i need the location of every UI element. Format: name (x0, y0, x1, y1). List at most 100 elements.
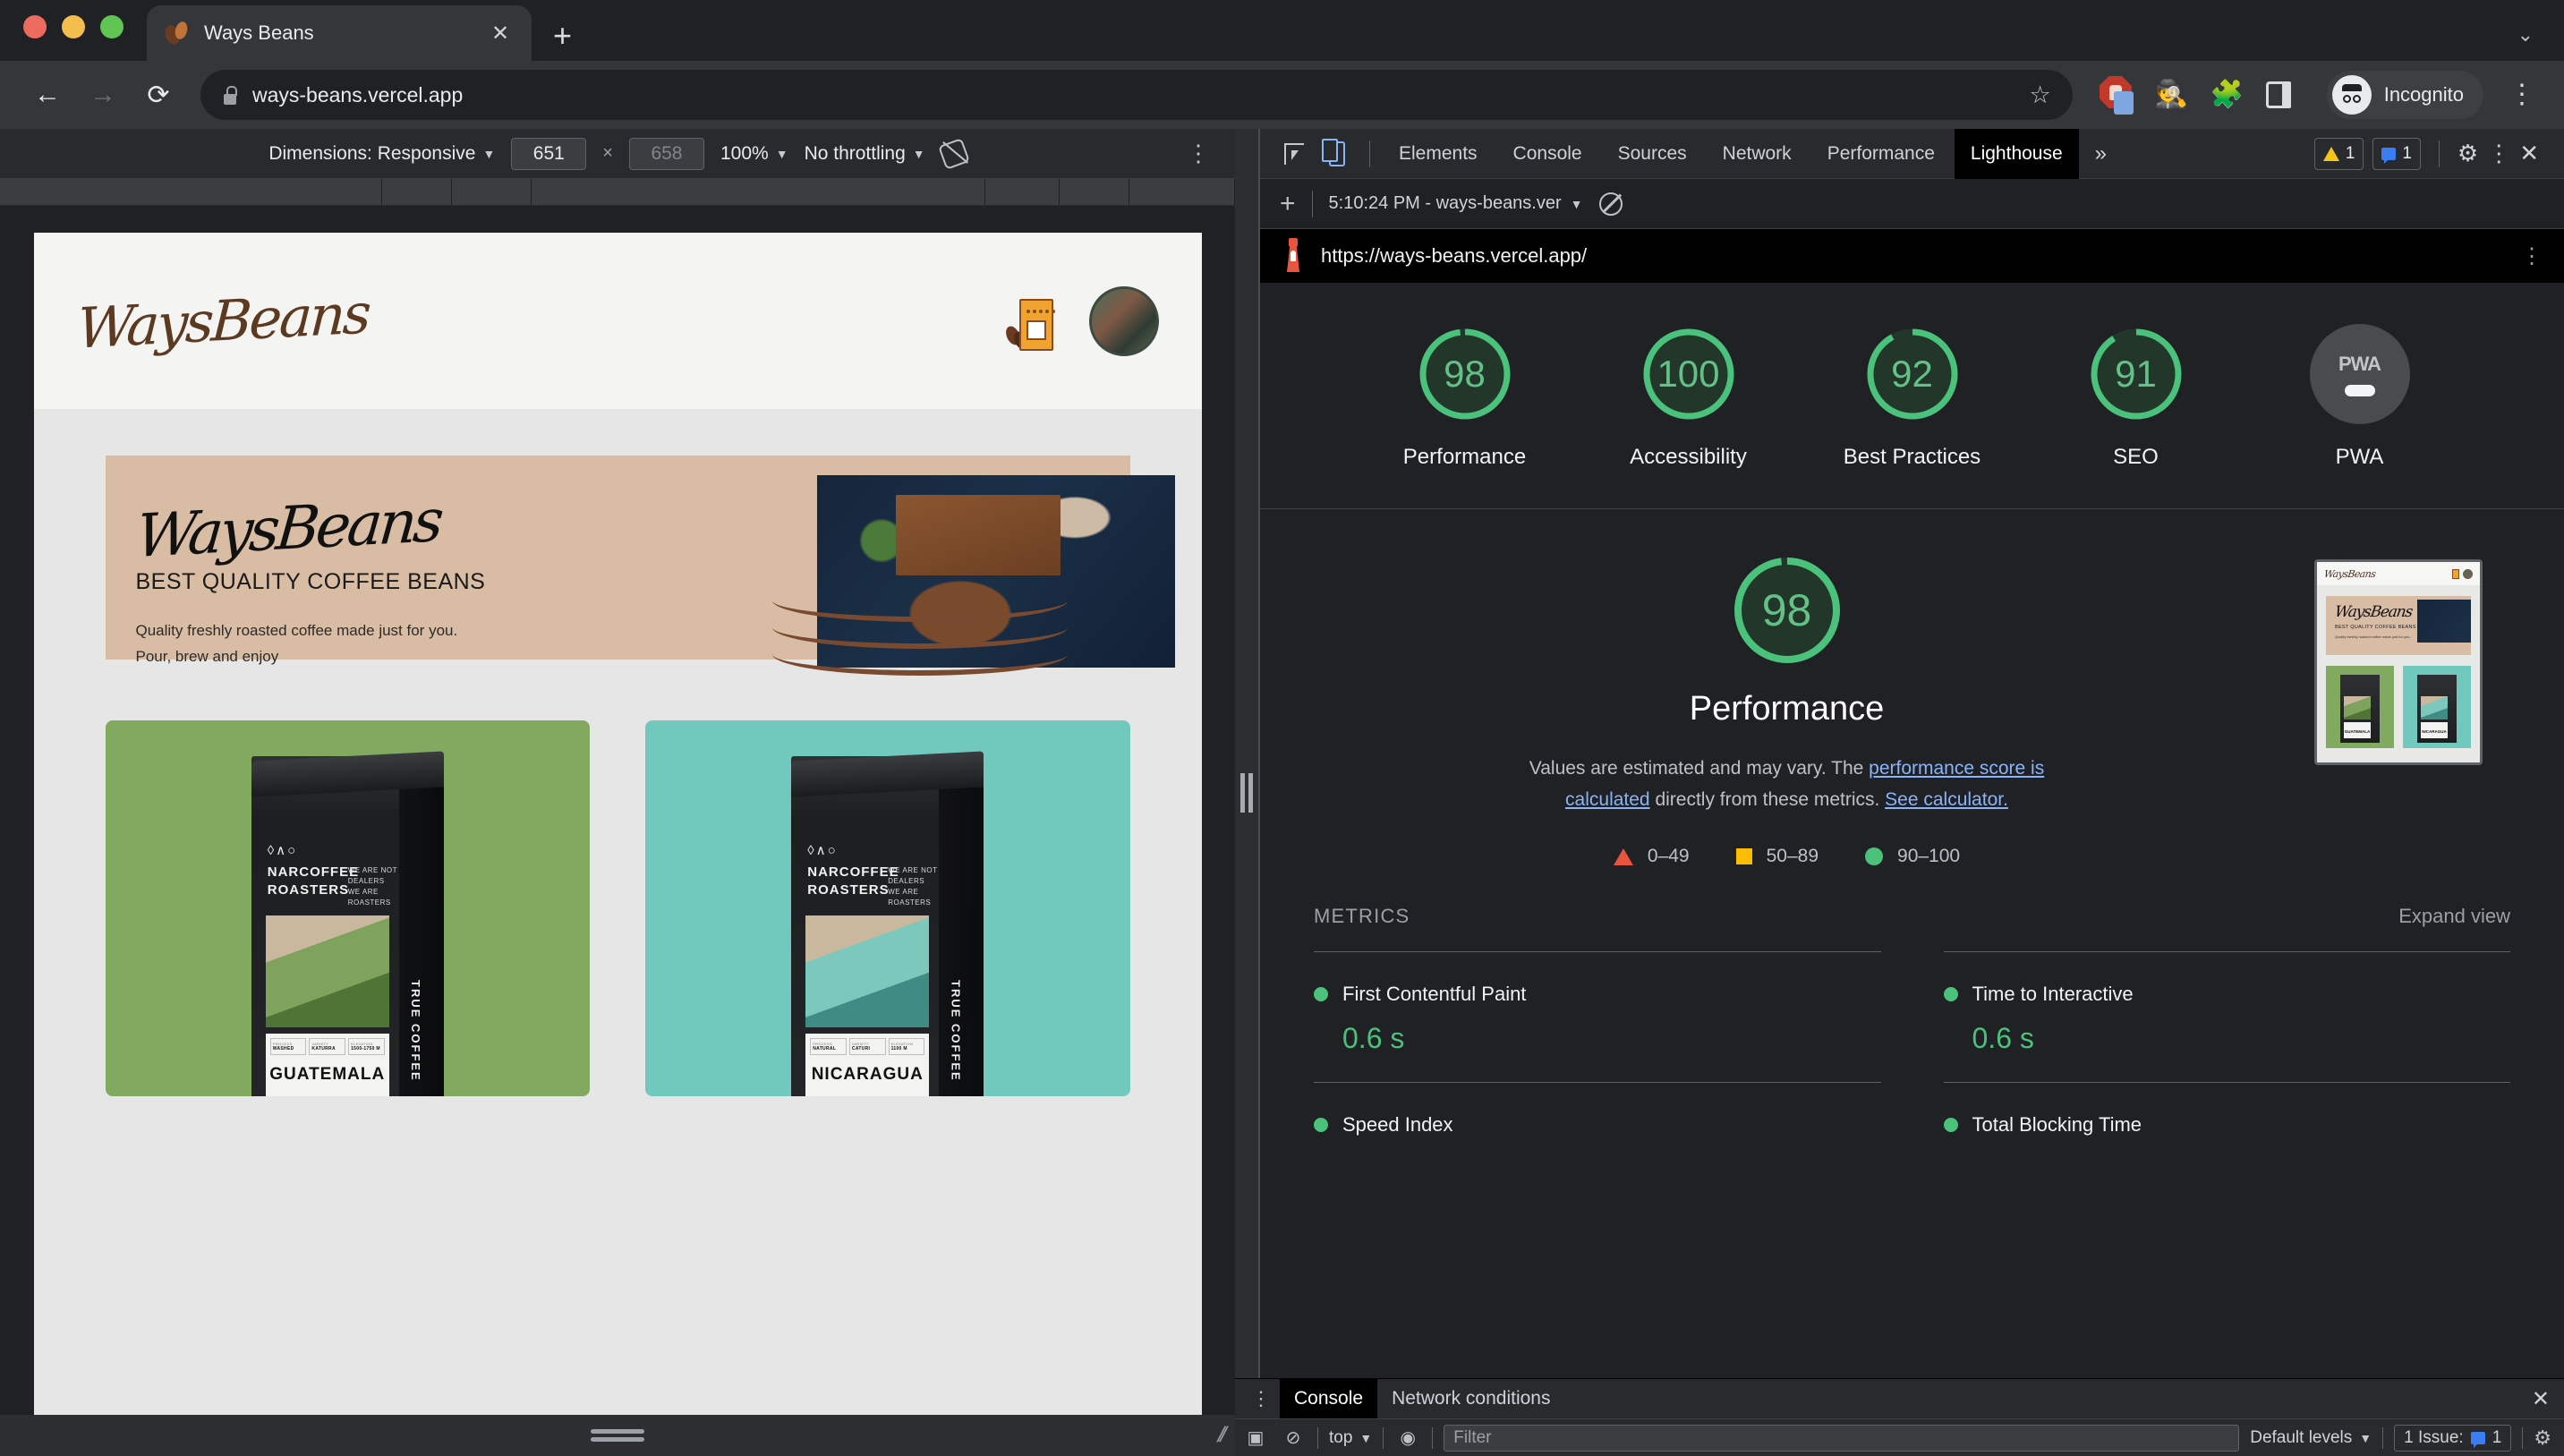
legend-item-pass: 90–100 (1865, 846, 1960, 867)
tab-sources[interactable]: Sources (1602, 129, 1703, 179)
console-settings-icon[interactable]: ⚙ (2534, 1426, 2557, 1450)
see-calculator-link[interactable]: See calculator. (1885, 789, 2008, 810)
close-window-button[interactable] (23, 15, 47, 38)
pwa-badge: PWA (2309, 324, 2410, 424)
reload-button[interactable]: ⟳ (132, 69, 184, 121)
tab-performance[interactable]: Performance (1811, 129, 1951, 179)
score-best-practices[interactable]: 92 Best Practices (1827, 324, 1998, 471)
browser-tab[interactable]: Ways Beans ✕ (147, 5, 532, 61)
spec-value: KATURRA (311, 1046, 336, 1052)
score-seo[interactable]: 91 SEO (2051, 324, 2221, 471)
device-toolbar-menu[interactable]: ⋮ (1187, 140, 1210, 167)
back-button[interactable]: ← (21, 69, 73, 121)
viewport-resize-handle[interactable] (591, 1426, 644, 1445)
device-emulation-pane: Dimensions: Responsive ▼ 651 × 658 100% … (0, 129, 1235, 1456)
report-menu-icon[interactable]: ⋮ (2521, 243, 2543, 269)
expand-view-button[interactable]: Expand view (2398, 905, 2510, 928)
site-logo[interactable]: WaysBeans (75, 280, 371, 361)
divider (2522, 1426, 2524, 1449)
device-toolbar: Dimensions: Responsive ▼ 651 × 658 100% … (0, 129, 1235, 179)
lighthouse-logo-icon (1282, 238, 1305, 274)
viewport-width-input[interactable]: 651 (511, 137, 587, 170)
devtools-menu-icon[interactable]: ⋮ (2487, 140, 2510, 167)
product-card[interactable]: ◊∧○ NARCOFFEE ROASTERS WE ARE NOT DEALERS W… (645, 720, 1130, 1096)
viewport-resize-bar[interactable]: // (0, 1415, 1235, 1456)
audit-run-select[interactable]: 5:10:24 PM - ways-beans.ver ▼ (1329, 193, 1583, 214)
bookmark-star-icon[interactable]: ☆ (2029, 81, 2050, 109)
tab-network[interactable]: Network (1707, 129, 1808, 179)
score-pwa[interactable]: PWA PWA (2275, 324, 2445, 471)
forward-button[interactable]: → (77, 69, 129, 121)
circle-icon (1865, 847, 1884, 866)
address-bar-url: ways-beans.vercel.app (252, 82, 464, 106)
throttling-select[interactable]: No throttling ▼ (805, 143, 925, 165)
chrome-browser-window: Ways Beans ✕ + ⌄ ← → ⟳ ways-beans.vercel… (0, 0, 2564, 1456)
new-audit-button[interactable]: + (1280, 190, 1296, 217)
coffee-bag-icon[interactable] (1002, 290, 1059, 353)
corner-resize-icon[interactable]: // (1214, 1423, 1225, 1448)
gear-icon[interactable]: ⚙ (2458, 140, 2478, 167)
side-panel-icon[interactable] (2265, 76, 2304, 114)
product-card[interactable]: ◊∧○ NARCOFFEE ROASTERS WE ARE NOT DEALERS W… (105, 720, 590, 1096)
live-expression-icon[interactable]: ◉ (1394, 1426, 1421, 1449)
rotate-device-icon[interactable] (937, 137, 970, 170)
metric-item[interactable]: First Contentful Paint 0.6 s (1314, 951, 1881, 1082)
user-avatar[interactable] (1088, 285, 1159, 356)
tab-elements[interactable]: Elements (1383, 129, 1494, 179)
zoom-select[interactable]: 100% ▼ (720, 143, 788, 165)
inspect-element-icon[interactable] (1274, 134, 1314, 174)
drawer-tab-console[interactable]: Console (1280, 1379, 1378, 1418)
toggle-device-toolbar-icon[interactable] (1317, 134, 1357, 174)
panel-resize-handle[interactable] (1235, 129, 1260, 1456)
lighthouse-toolbar: + 5:10:24 PM - ways-beans.ver ▼ (1260, 179, 2564, 229)
dimensions-label: Dimensions: Responsive (268, 142, 476, 164)
drawer-menu-icon[interactable]: ⋮ (1242, 1389, 1280, 1409)
page-body: WaysBeans BEST QUALITY COFFEE BEANS Qual… (33, 409, 1202, 1096)
incognito-profile-button[interactable]: Incognito (2326, 71, 2483, 119)
new-tab-button[interactable]: + (553, 20, 572, 52)
legend-range: 90–100 (1897, 846, 1961, 867)
address-bar[interactable]: ways-beans.vercel.app ☆ (200, 70, 2073, 120)
privacy-agent-icon[interactable]: 🕵️ (2155, 76, 2193, 114)
log-levels-select[interactable]: Default levels ▼ (2250, 1428, 2372, 1448)
metric-item[interactable]: Total Blocking Time (1943, 1082, 2510, 1163)
viewport-height-input[interactable]: 658 (628, 137, 704, 170)
score-accessibility[interactable]: 100 Accessibility (1604, 324, 1774, 471)
minimize-window-button[interactable] (62, 15, 85, 38)
brand-mark: ◊∧○ (807, 843, 838, 858)
tab-console[interactable]: Console (1497, 129, 1598, 179)
console-issues-chip[interactable]: 1 Issue: 1 (2394, 1424, 2512, 1452)
performance-detail-section: 98 Performance Values are estimated and … (1260, 509, 2564, 867)
console-sidebar-icon[interactable]: ▣ (1242, 1426, 1269, 1449)
console-filter-input[interactable]: Filter (1444, 1424, 2240, 1452)
metric-item[interactable]: Time to Interactive 0.6 s (1943, 951, 2510, 1082)
more-tabs-icon[interactable]: » (2083, 141, 2119, 166)
drawer-tab-network-conditions[interactable]: Network conditions (1377, 1379, 1564, 1418)
puzzle-icon[interactable]: 🧩 (2210, 76, 2248, 114)
chevron-down-icon: ▼ (1359, 1430, 1373, 1445)
execution-context-select[interactable]: top ▼ (1329, 1428, 1372, 1448)
dimensions-select[interactable]: Dimensions: Responsive ▼ (268, 143, 495, 165)
metric-name: Total Blocking Time (1972, 1113, 2142, 1137)
tab-lighthouse[interactable]: Lighthouse (1954, 128, 2079, 179)
issue-icon (2470, 1431, 2485, 1448)
chevron-down-icon[interactable]: ⌄ (2517, 23, 2534, 47)
window-traffic-lights (23, 0, 124, 61)
ublock-origin-icon[interactable] (2099, 76, 2137, 115)
maximize-window-button[interactable] (100, 15, 124, 38)
emulated-page-viewport[interactable]: WaysBeans WaysBeans BEST QUALITY COFFEE … (33, 233, 1202, 1432)
close-tab-button[interactable]: ✕ (487, 21, 514, 47)
clear-all-icon[interactable] (1598, 192, 1623, 216)
close-drawer-icon[interactable]: ✕ (2532, 1386, 2550, 1412)
status-dot (1943, 1118, 1958, 1133)
score-label: SEO (2113, 445, 2159, 469)
metric-item[interactable]: Speed Index (1314, 1082, 1881, 1163)
issues-badge[interactable]: 1 (2372, 137, 2421, 170)
close-devtools-icon[interactable]: ✕ (2519, 140, 2544, 167)
main-split: Dimensions: Responsive ▼ 651 × 658 100% … (0, 128, 2564, 1456)
hero-description-line2: Pour, brew and enjoy (135, 647, 279, 665)
clear-console-icon[interactable]: ⊘ (1280, 1426, 1307, 1449)
browser-menu-button[interactable]: ⋮ (2501, 81, 2543, 108)
warnings-badge[interactable]: 1 (2313, 137, 2364, 170)
score-performance[interactable]: 98 Performance (1380, 324, 1550, 471)
